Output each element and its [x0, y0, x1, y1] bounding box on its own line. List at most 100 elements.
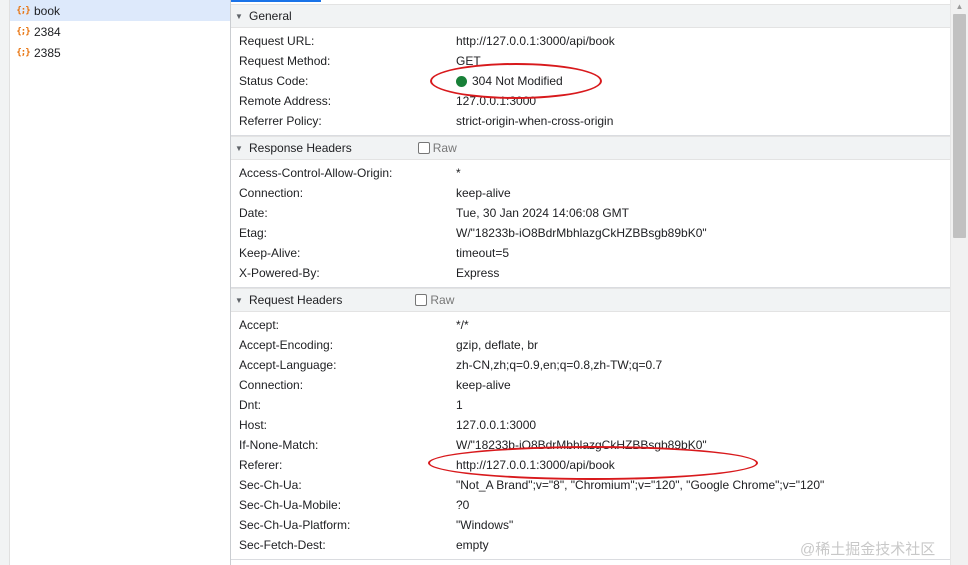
request-header-rows: Accept: */* Accept-Encoding: gzip, deflate,…: [231, 312, 950, 559]
scrollbar-thumb[interactable]: [953, 14, 966, 238]
header-value: http://127.0.0.1:3000/api/book: [456, 34, 615, 48]
header-value: "Not_A Brand";v="8", "Chromium";v="120",…: [456, 478, 825, 492]
header-row: Request Method: GET: [231, 51, 950, 71]
request-item-2384[interactable]: {;} 2384: [10, 21, 230, 42]
request-headers-title: Request Headers: [249, 293, 343, 307]
request-list: {;} book {;} 2384 {;} 2385: [10, 0, 231, 565]
header-key: Accept-Language:: [239, 358, 337, 372]
header-row: If-None-Match: W/"18233b-iO8BdrMbhlazgCkH…: [231, 435, 950, 455]
header-value: W/"18233b-iO8BdrMbhlazgCkHZBBsgb89bK0": [456, 438, 707, 452]
vertical-scrollbar[interactable]: ▲: [950, 0, 968, 565]
request-raw-toggle[interactable]: Raw: [415, 293, 454, 307]
header-value: *: [456, 166, 461, 180]
request-item-label: book: [34, 3, 61, 18]
header-value: zh-CN,zh;q=0.9,en;q=0.8,zh-TW;q=0.7: [456, 358, 663, 372]
header-value: http://127.0.0.1:3000/api/book: [456, 458, 615, 472]
json-braces-icon: {;}: [16, 47, 30, 58]
checkbox-icon[interactable]: [415, 294, 428, 306]
header-key: Sec-Ch-Ua-Platform:: [239, 518, 351, 532]
json-braces-icon: {;}: [16, 5, 30, 16]
header-key: X-Powered-By:: [239, 266, 320, 280]
response-header-rows: Access-Control-Allow-Origin: * Connection:…: [231, 160, 950, 287]
header-row: Accept: */*: [231, 315, 950, 335]
header-value: GET: [456, 54, 481, 68]
header-row: Sec-Ch-Ua-Platform: "Windows": [231, 515, 950, 535]
header-key: Status Code:: [239, 74, 309, 88]
header-key: If-None-Match:: [239, 438, 319, 452]
header-key: Remote Address:: [239, 94, 332, 108]
header-row: Host: 127.0.0.1:3000: [231, 415, 950, 435]
general-section-header[interactable]: ▼ General: [231, 4, 950, 28]
header-key: Sec-Ch-Ua:: [239, 478, 302, 492]
header-value: gzip, deflate, br: [456, 338, 539, 352]
header-row: Connection: keep-alive: [231, 375, 950, 395]
header-row: Access-Control-Allow-Origin: *: [231, 163, 950, 183]
header-row: Sec-Ch-Ua-Mobile: ?0: [231, 495, 950, 515]
caret-down-icon: ▼: [235, 295, 243, 305]
header-value: W/"18233b-iO8BdrMbhlazgCkHZBBsgb89bK0": [456, 226, 707, 240]
header-value: timeout=5: [456, 246, 510, 260]
header-row: Request URL: http://127.0.0.1:3000/api/bo…: [231, 31, 950, 51]
header-row: Dnt: 1: [231, 395, 950, 415]
header-key: Connection:: [239, 186, 304, 200]
header-row: Accept-Encoding: gzip, deflate, br: [231, 335, 950, 355]
header-key: Referer:: [239, 458, 283, 472]
status-code-text: 304 Not Modified: [472, 74, 563, 88]
header-value: */*: [456, 318, 469, 332]
general-rows: Request URL: http://127.0.0.1:3000/api/bo…: [231, 28, 950, 135]
header-key: Connection:: [239, 378, 304, 392]
header-key: Dnt:: [239, 398, 262, 412]
header-row: Accept-Language: zh-CN,zh;q=0.9,en;q=0.8,…: [231, 355, 950, 375]
header-row: X-Powered-By: Express: [231, 263, 950, 283]
header-row: Keep-Alive: timeout=5: [231, 243, 950, 263]
request-headers-section: ▼ Request Headers Raw Accept: */* Accept-E…: [231, 288, 950, 560]
response-raw-toggle[interactable]: Raw: [417, 141, 457, 155]
header-key: Access-Control-Allow-Origin:: [239, 166, 393, 180]
header-row: Remote Address: 127.0.0.1:3000: [231, 91, 950, 111]
caret-down-icon: ▼: [235, 11, 243, 21]
header-row: Referrer Policy: strict-origin-when-cross…: [231, 111, 950, 131]
header-key: Etag:: [239, 226, 268, 240]
response-headers-header[interactable]: ▼ Response Headers Raw: [231, 136, 950, 160]
header-key: Accept-Encoding:: [239, 338, 334, 352]
header-key: Accept:: [239, 318, 280, 332]
header-value: keep-alive: [456, 186, 511, 200]
header-value: empty: [456, 538, 489, 552]
header-row: Connection: keep-alive: [231, 183, 950, 203]
header-key: Host:: [239, 418, 268, 432]
raw-label: Raw: [430, 293, 455, 307]
raw-label: Raw: [432, 141, 457, 155]
header-value: Tue, 30 Jan 2024 14:06:08 GMT: [456, 206, 629, 220]
header-value: 127.0.0.1:3000: [456, 418, 537, 432]
active-tab-indicator: [231, 0, 321, 2]
header-key: Sec-Fetch-Dest:: [239, 538, 326, 552]
header-value: 127.0.0.1:3000: [456, 94, 537, 108]
header-value: "Windows": [456, 518, 514, 532]
header-key: Request Method:: [239, 54, 331, 68]
header-row: Referer: http://127.0.0.1:3000/api/book: [231, 455, 950, 475]
header-key: Sec-Ch-Ua-Mobile:: [239, 498, 342, 512]
header-row: Sec-Ch-Ua: "Not_A Brand";v="8", "Chromium…: [231, 475, 950, 495]
header-key: Date:: [239, 206, 268, 220]
status-ok-dot-icon: [456, 75, 467, 87]
request-headers-header[interactable]: ▼ Request Headers Raw: [231, 288, 950, 312]
scroll-up-arrow-icon[interactable]: ▲: [951, 0, 968, 14]
caret-down-icon: ▼: [235, 143, 243, 153]
checkbox-icon[interactable]: [417, 142, 430, 154]
json-braces-icon: {;}: [16, 26, 30, 37]
response-headers-section: ▼ Response Headers Raw Access-Control-Al…: [231, 136, 950, 288]
header-value: keep-alive: [456, 378, 511, 392]
header-value: Express: [456, 266, 500, 280]
left-panel-edge: [0, 0, 10, 565]
request-item-book[interactable]: {;} book: [10, 0, 230, 21]
general-section: ▼ General Request URL: http://127.0.0.1:3…: [231, 4, 950, 136]
headers-panel: ▼ General Request URL: http://127.0.0.1:3…: [231, 0, 950, 565]
request-item-label: 2384: [34, 24, 61, 39]
request-item-2385[interactable]: {;} 2385: [10, 42, 230, 63]
request-item-label: 2385: [34, 45, 61, 60]
header-row: Status Code: 304 Not Modified: [231, 71, 950, 91]
header-key: Keep-Alive:: [239, 246, 301, 260]
header-value: ?0: [456, 498, 470, 512]
header-key: Referrer Policy:: [239, 114, 322, 128]
general-section-title: General: [249, 9, 292, 23]
